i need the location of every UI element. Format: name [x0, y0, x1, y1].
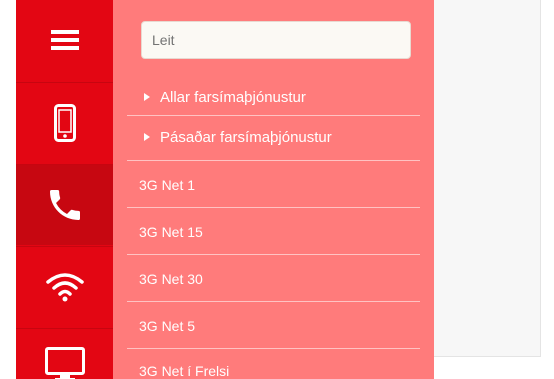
- menu-item-label: 3G Net í Frelsi: [139, 363, 230, 379]
- menu-item-label: 3G Net 15: [139, 224, 203, 240]
- menu-item-3g-net-5[interactable]: 3G Net 5: [127, 303, 420, 349]
- search-input[interactable]: [141, 21, 411, 59]
- menu-group-label: Allar farsímaþjónustur: [160, 88, 306, 106]
- rail-item-tv[interactable]: [16, 329, 113, 379]
- menu-item-label: 3G Net 5: [139, 318, 196, 334]
- content-area: [434, 0, 554, 379]
- menu-group-all-mobile-services[interactable]: Allar farsímaþjónustur: [127, 78, 420, 116]
- menu-item-3g-net-15[interactable]: 3G Net 15: [127, 209, 420, 255]
- tv-monitor-icon: [44, 347, 85, 379]
- menu-divider: [127, 160, 420, 161]
- caret-right-icon: [144, 93, 150, 101]
- menu-item-label: 3G Net 30: [139, 271, 203, 287]
- menu-item-label: 3G Net 1: [139, 177, 196, 193]
- menu-toggle-button[interactable]: [16, 0, 113, 80]
- menu-divider: [127, 348, 420, 349]
- menu-group-label: Pásaðar farsímaþjónustur: [160, 128, 332, 146]
- menu-divider: [127, 254, 420, 255]
- rail-item-internet[interactable]: [16, 247, 113, 327]
- menu-item-3g-net-i-frelsi[interactable]: 3G Net í Frelsi: [127, 350, 420, 379]
- wifi-icon: [45, 272, 84, 302]
- rail-item-mobile[interactable]: [16, 83, 113, 163]
- mobile-phone-icon: [53, 104, 76, 142]
- menu-item-3g-net-1[interactable]: 3G Net 1: [127, 162, 420, 208]
- menu-divider: [127, 115, 420, 116]
- icon-rail: [16, 0, 113, 379]
- menu-group-paused-mobile-services[interactable]: Pásaðar farsímaþjónustur: [127, 118, 420, 156]
- content-card: [434, 0, 541, 357]
- caret-right-icon: [144, 133, 150, 141]
- rail-item-phone[interactable]: [16, 165, 113, 245]
- app-frame: Allar farsímaþjónustur Pásaðar farsímaþj…: [0, 0, 554, 379]
- hamburger-menu-icon: [50, 28, 79, 52]
- menu-divider: [127, 207, 420, 208]
- menu-item-3g-net-30[interactable]: 3G Net 30: [127, 256, 420, 302]
- menu-divider: [127, 301, 420, 302]
- service-menu-panel: Allar farsímaþjónustur Pásaðar farsímaþj…: [113, 0, 434, 379]
- left-gutter: [0, 0, 16, 379]
- phone-handset-icon: [45, 185, 85, 225]
